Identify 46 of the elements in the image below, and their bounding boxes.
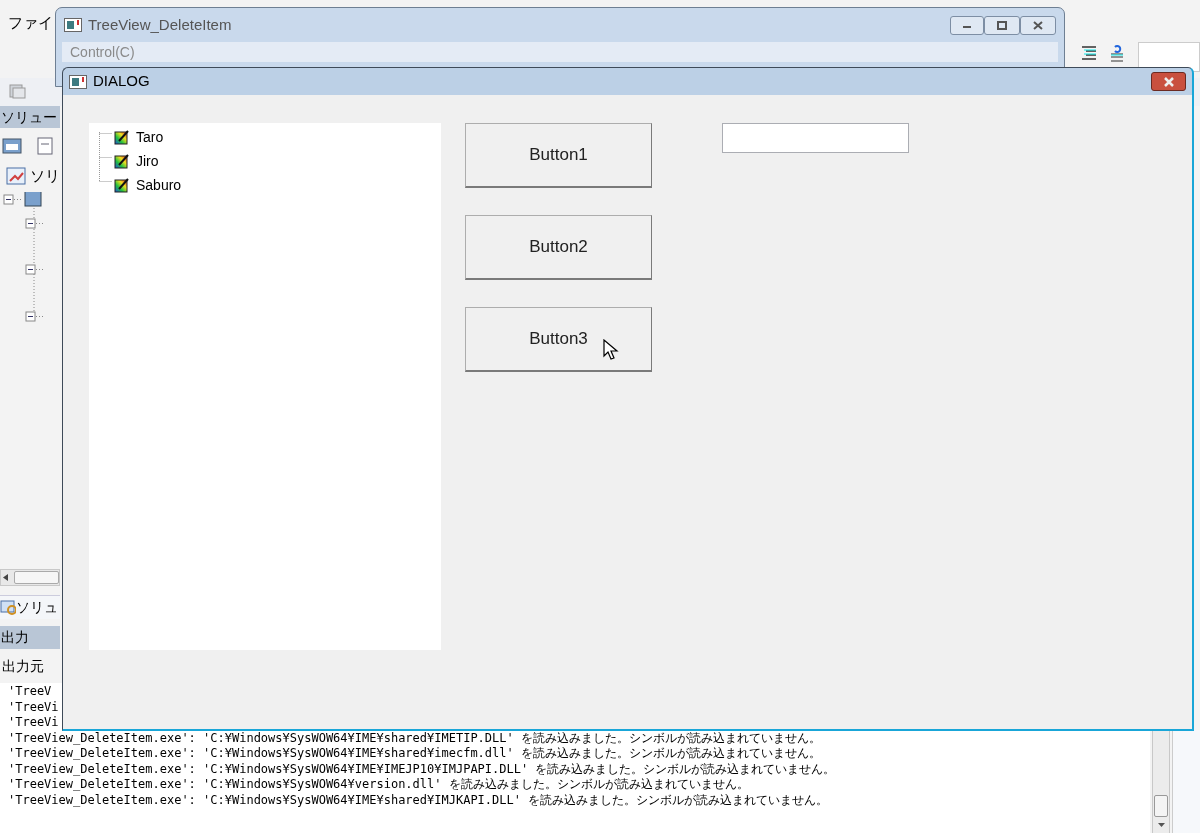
- scroll-thumb[interactable]: [1154, 795, 1168, 817]
- horizontal-scrollbar[interactable]: [0, 569, 60, 586]
- push-button[interactable]: Button2: [465, 215, 652, 280]
- output-line: 'TreeView_DeleteItem.exe': 'C:¥Windows¥SysWOW64¥IME¥shared¥IMJKAPI.DLL' を読み込みました。シンボルが読み込まれていません。: [8, 792, 830, 808]
- output-line: 'TreeV: [8, 684, 53, 700]
- maximize-button[interactable]: [984, 15, 1020, 35]
- search-icon: [0, 598, 16, 617]
- push-button[interactable]: Button3: [465, 307, 652, 372]
- vertical-scrollbar[interactable]: [1152, 730, 1170, 833]
- scroll-down-icon[interactable]: [1157, 823, 1165, 827]
- toolbar-icon[interactable]: [2, 136, 24, 156]
- close-icon: [1162, 76, 1175, 87]
- app-icon: [69, 74, 87, 89]
- tree-item[interactable]: Jiro: [136, 150, 159, 172]
- window-title: DIALOG: [93, 71, 150, 92]
- close-button[interactable]: [1151, 72, 1186, 91]
- output-line: 'TreeView_DeleteItem.exe': 'C:¥Windows¥SysWOW64¥IME¥shared¥imecfm.dll' を読み込みました。シンボルが読み込まれていません。: [8, 746, 822, 762]
- mouse-cursor-icon: [603, 339, 619, 361]
- push-button[interactable]: Button1: [465, 123, 652, 188]
- scroll-left-icon[interactable]: [3, 574, 8, 581]
- tree-lines-drawing: [98, 132, 114, 184]
- text-input-field[interactable]: [722, 123, 909, 153]
- menu-item[interactable]: ファイ: [8, 12, 53, 35]
- solution-icon: [6, 167, 26, 185]
- tree-item[interactable]: Taro: [136, 126, 164, 148]
- tab-label: ソリュ: [16, 598, 58, 617]
- minimize-button[interactable]: [950, 15, 984, 35]
- output-line: 'TreeView_DeleteItem.exe': 'C:¥Windows¥SysWOW64¥IME¥IMEJP10¥IMJPAPI.DLL' を読み込みました。シンボルが読み込まれていません。: [8, 761, 836, 777]
- tree-item[interactable]: Saburo: [136, 174, 182, 196]
- edit-icon: [114, 177, 130, 193]
- panel-header: ソリュー: [0, 106, 60, 128]
- tree-item[interactable]: ソリ: [30, 165, 60, 188]
- window-title: TreeView_DeleteItem: [88, 14, 232, 35]
- app-icon: [64, 18, 82, 32]
- maximize-icon: [997, 20, 1007, 30]
- output-line: 'TreeVi: [8, 715, 60, 731]
- output-line: 'TreeView_DeleteItem.exe': 'C:¥Windows¥SysWOW64¥version.dll' を読み込みました。シンボルが読み込まれていません。: [8, 777, 750, 793]
- output-line: 'TreeVi: [8, 699, 60, 715]
- panel-header: 出力: [0, 626, 60, 649]
- close-icon: [1033, 20, 1043, 30]
- edit-icon: [114, 129, 130, 145]
- panel-tab[interactable]: ソリュ: [0, 595, 60, 619]
- close-button[interactable]: [1020, 15, 1056, 35]
- output-source-label: 出力元: [2, 657, 44, 676]
- edit-icon: [114, 153, 130, 169]
- output-line: 'TreeView_DeleteItem.exe': 'C:¥Windows¥SysWOW64¥IME¥shared¥IMETIP.DLL' を読み込みました。シンボルが読み込まれていません。: [8, 730, 822, 746]
